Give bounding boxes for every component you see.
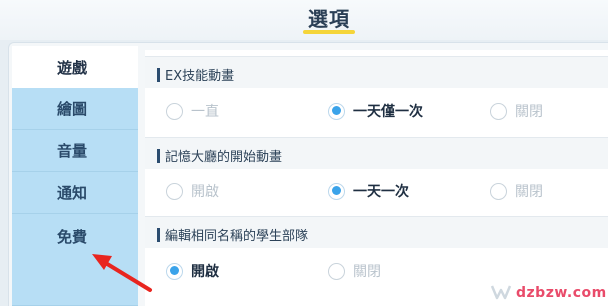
radio-icon: [328, 262, 345, 280]
watermark-logo-icon: [490, 285, 512, 300]
option-label: 一直: [191, 104, 219, 120]
section-header-memorial-lobby: 記憶大廳的開始動畫: [145, 137, 608, 169]
option-off[interactable]: 關閉: [490, 101, 543, 121]
sidebar-item-label: 繪圖: [56, 100, 87, 118]
option-always[interactable]: 一直: [166, 101, 219, 121]
sidebar: 遊戲 繪圖 音量 通知 免費: [12, 46, 138, 306]
section-label: 編輯相同名稱的學生部隊: [165, 229, 309, 244]
sidebar-item-free[interactable]: 免費: [12, 214, 138, 306]
radio-selected-icon: [328, 182, 345, 200]
option-off[interactable]: 關閉: [490, 181, 543, 201]
sidebar-item-notifications[interactable]: 通知: [12, 172, 138, 214]
option-label: 一天一次: [353, 184, 409, 200]
section-label: 記憶大廳的開始動畫: [165, 150, 283, 165]
section-marker: [157, 149, 160, 163]
option-once-per-day-only[interactable]: 一天僅一次: [328, 101, 423, 121]
radio-icon: [166, 182, 183, 200]
sidebar-item-label: 通知: [56, 184, 87, 202]
section-label: EX技能動畫: [165, 69, 235, 84]
radio-icon: [166, 102, 183, 120]
title-underline: [303, 30, 355, 34]
option-label: 關閉: [515, 104, 543, 120]
radio-selected-icon: [328, 102, 345, 120]
radio-selected-icon: [166, 262, 183, 280]
page-title: 選項: [308, 7, 350, 31]
option-label: 關閉: [353, 264, 381, 280]
sidebar-item-label: 遊戲: [56, 58, 87, 77]
radio-icon: [490, 102, 507, 120]
radio-icon: [490, 182, 507, 200]
option-once-a-day[interactable]: 一天一次: [328, 181, 409, 201]
section-header-student-squad: 編輯相同名稱的學生部隊: [145, 216, 608, 248]
section-header-ex-skill: EX技能動畫: [145, 56, 608, 88]
option-label: 開啟: [191, 184, 219, 200]
section-marker: [157, 228, 160, 242]
option-label: 開啟: [191, 264, 219, 280]
sidebar-item-game[interactable]: 遊戲: [12, 46, 138, 88]
option-off[interactable]: 關閉: [328, 261, 381, 281]
watermark-text: dzbzw.com: [516, 285, 607, 301]
option-label: 一天僅一次: [353, 104, 423, 120]
option-on[interactable]: 開啟: [166, 181, 219, 201]
sidebar-item-label: 免費: [56, 228, 87, 246]
section-marker: [157, 68, 160, 82]
option-on[interactable]: 開啟: [166, 261, 219, 281]
sidebar-item-graphics[interactable]: 繪圖: [12, 88, 138, 130]
sidebar-item-volume[interactable]: 音量: [12, 130, 138, 172]
sidebar-item-label: 音量: [56, 142, 87, 160]
option-label: 關閉: [515, 184, 543, 200]
